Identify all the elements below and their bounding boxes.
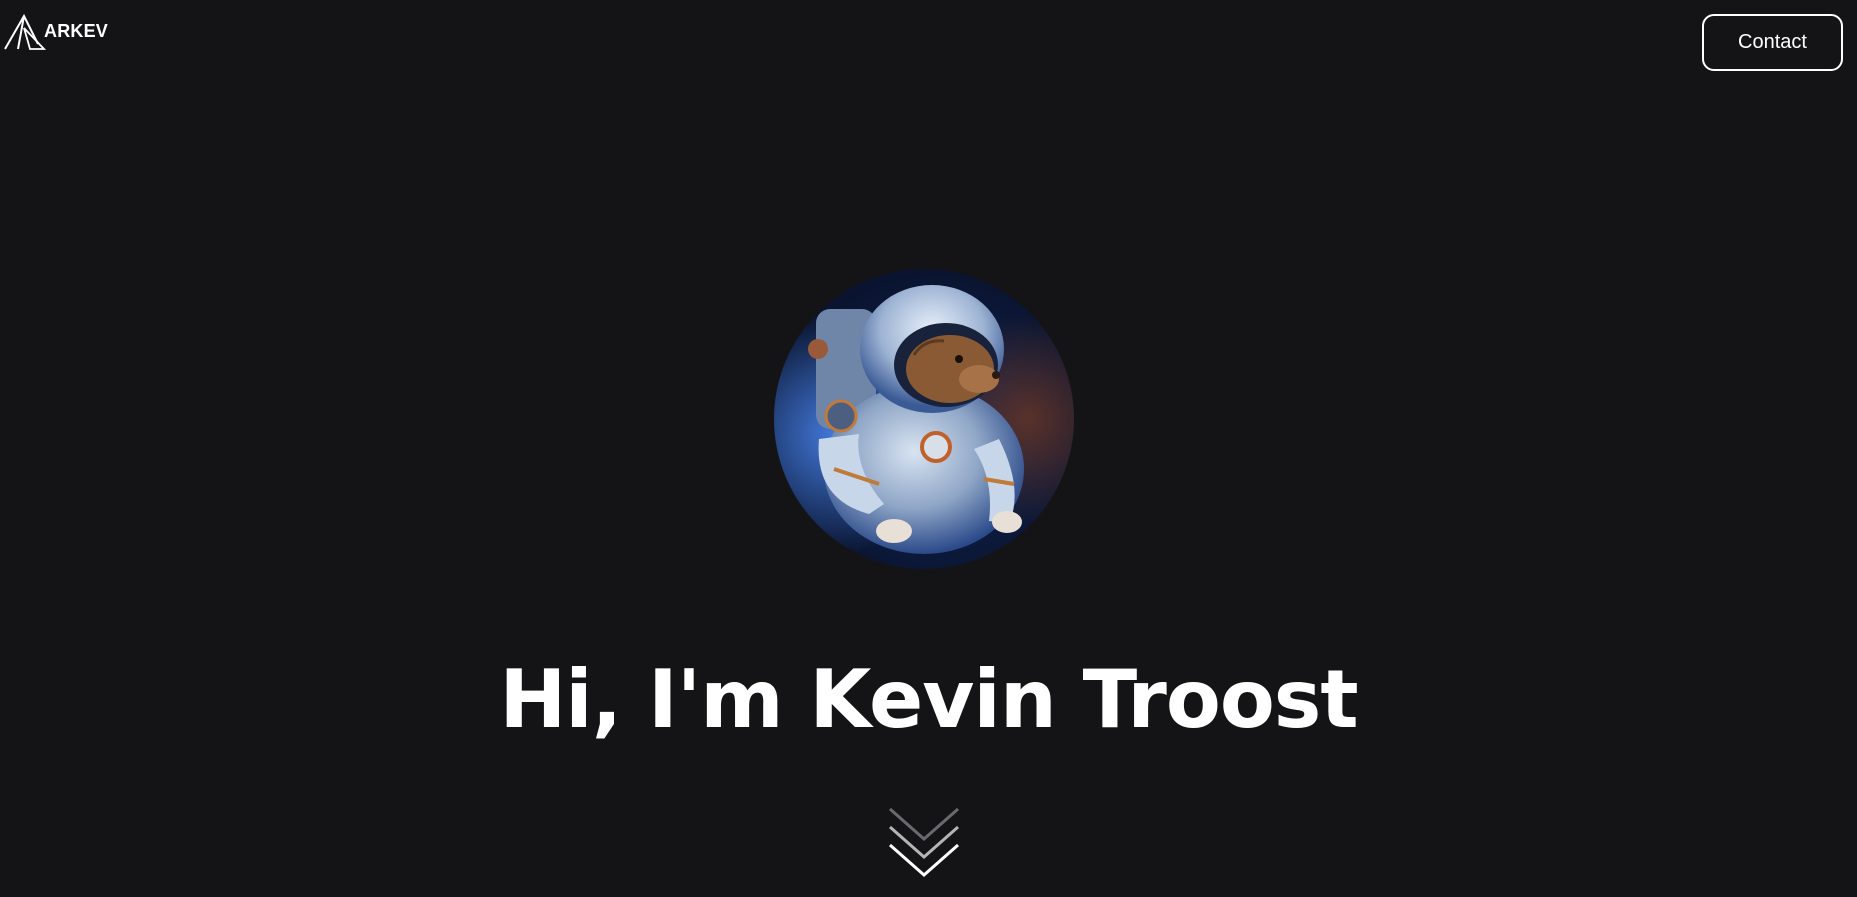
contact-button[interactable]: Contact <box>1702 14 1843 71</box>
mountain-a-icon <box>4 14 46 50</box>
avatar <box>774 269 1074 569</box>
logo-link[interactable]: ARKEV <box>4 14 108 50</box>
triple-chevron-down-icon[interactable] <box>884 803 964 883</box>
logo-text: ARKEV <box>44 20 109 41</box>
landing-page: ARKEV Contact Hi, I'm Kevin Troost <box>0 0 1857 897</box>
hero-title: Hi, I'm Kevin Troost <box>499 653 1358 746</box>
